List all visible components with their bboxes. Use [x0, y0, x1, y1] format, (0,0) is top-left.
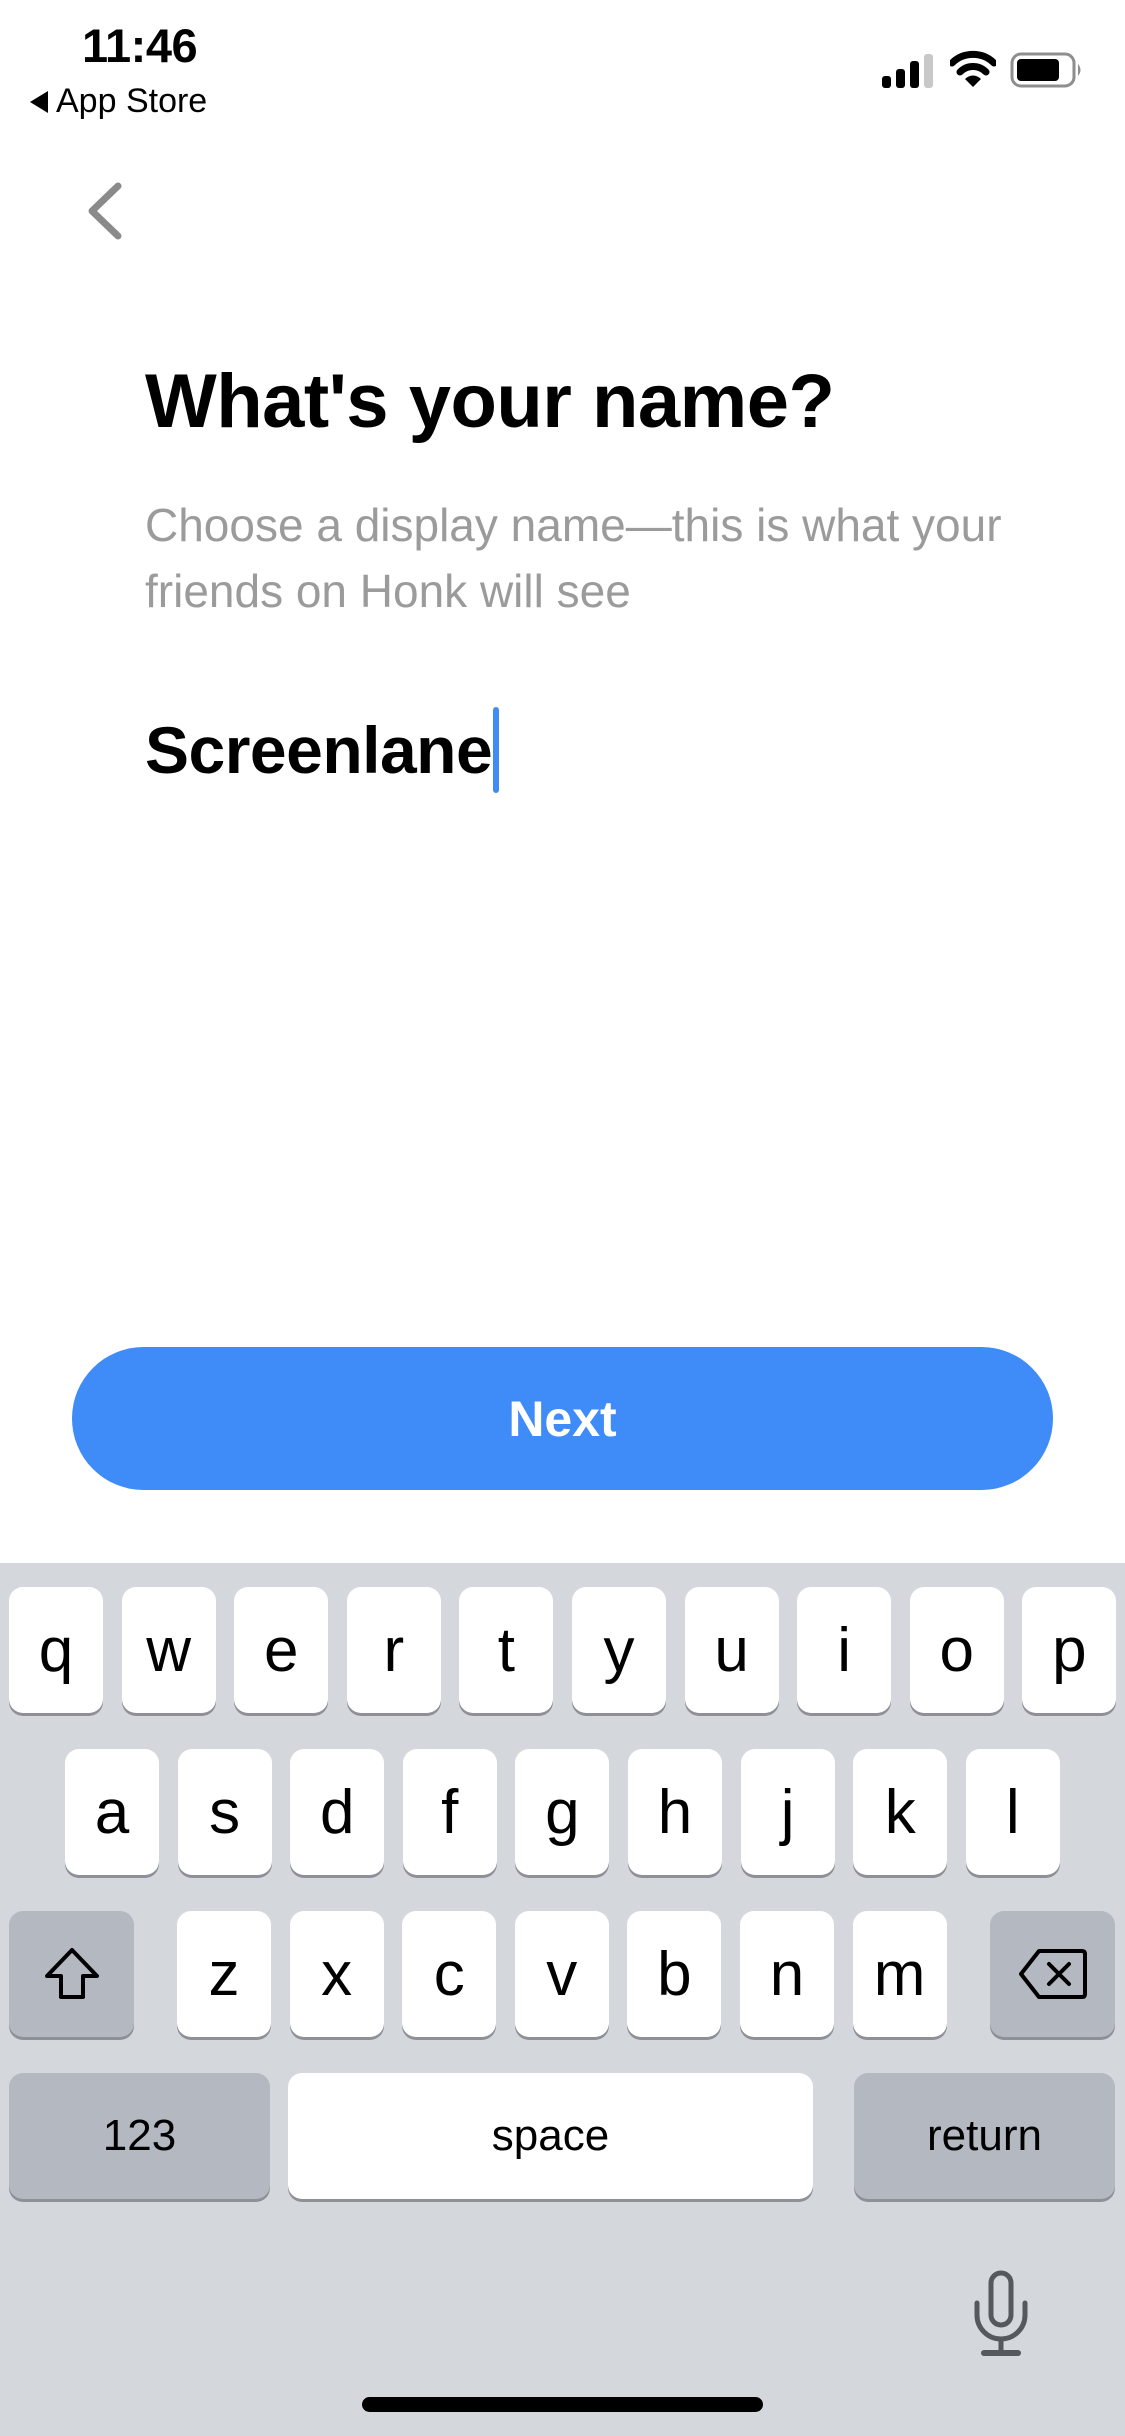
key-p-label: p	[1052, 1615, 1087, 1685]
battery-icon	[1010, 52, 1081, 88]
back-app-label: App Store	[56, 82, 208, 120]
key-b[interactable]: b	[627, 1911, 722, 2037]
key-d[interactable]: d	[290, 1749, 385, 1875]
chevron-left-icon[interactable]	[80, 180, 130, 242]
numbers-key[interactable]: 123	[9, 2073, 270, 2199]
key-s[interactable]: s	[177, 1749, 272, 1875]
space-key-label: space	[491, 2111, 610, 2160]
key-l[interactable]: l	[965, 1749, 1060, 1875]
status-time: 11:46	[82, 19, 198, 72]
key-g[interactable]: g	[515, 1749, 610, 1875]
key-l-label: l	[1005, 1777, 1020, 1847]
delete-backspace-icon	[1018, 1949, 1087, 1999]
key-p[interactable]: p	[1022, 1587, 1117, 1713]
key-k[interactable]: k	[853, 1749, 948, 1875]
key-j[interactable]: j	[740, 1749, 835, 1875]
space-key[interactable]: space	[288, 2073, 813, 2199]
page-subtitle: Choose a display name—this is what your …	[145, 499, 1002, 617]
signal-bar-3	[910, 61, 919, 88]
key-u[interactable]: u	[684, 1587, 779, 1713]
key-b-label: b	[657, 1939, 692, 2009]
key-q-label: q	[38, 1615, 74, 1685]
key-r-label: r	[383, 1615, 405, 1685]
return-key[interactable]: return	[854, 2073, 1115, 2199]
key-e[interactable]: e	[234, 1587, 329, 1713]
signal-bar-4	[924, 54, 933, 88]
home-indicator[interactable]	[362, 2397, 763, 2412]
key-h[interactable]: h	[628, 1749, 722, 1875]
key-v[interactable]: v	[514, 1911, 609, 2037]
battery-fill	[1017, 59, 1059, 81]
key-c[interactable]: c	[402, 1911, 497, 2037]
key-y[interactable]: y	[572, 1587, 666, 1713]
key-k-label: k	[884, 1777, 916, 1847]
key-t-label: t	[497, 1615, 515, 1685]
display-name-input[interactable]: Screenlane	[145, 700, 975, 800]
key-o[interactable]: o	[909, 1587, 1004, 1713]
wifi-icon	[950, 50, 996, 87]
key-i-label: i	[837, 1615, 852, 1685]
key-i[interactable]: i	[797, 1587, 892, 1713]
key-y-label: y	[603, 1615, 635, 1685]
key-o-label: o	[939, 1615, 975, 1685]
back-triangle-icon	[30, 90, 48, 113]
delete-key[interactable]	[990, 1911, 1115, 2037]
next-button[interactable]: Next	[72, 1347, 1053, 1490]
key-s-label: s	[209, 1777, 241, 1847]
key-n[interactable]: n	[740, 1911, 834, 2037]
numbers-key-label: 123	[102, 2111, 177, 2160]
return-key-label: return	[927, 2111, 1042, 2160]
key-f-label: f	[441, 1777, 459, 1847]
page-title: What's your name?	[145, 359, 835, 444]
back-to-app-store[interactable]: App Store	[30, 82, 207, 121]
shift-icon	[44, 1948, 99, 1999]
key-u-label: u	[714, 1615, 749, 1685]
key-m[interactable]: m	[852, 1911, 947, 2037]
key-m-label: m	[873, 1939, 926, 2009]
key-q[interactable]: q	[9, 1587, 103, 1713]
key-w-label: w	[146, 1615, 191, 1685]
key-w[interactable]: w	[121, 1587, 216, 1713]
microphone-icon[interactable]	[970, 2270, 1032, 2358]
key-d-label: d	[319, 1777, 355, 1847]
key-a-label: a	[94, 1777, 130, 1847]
key-z[interactable]: z	[177, 1911, 271, 2037]
key-n-label: n	[769, 1939, 805, 2009]
key-x-label: x	[321, 1939, 353, 2009]
key-v-label: v	[546, 1939, 578, 2009]
key-j-label: j	[780, 1777, 795, 1847]
shift-key[interactable]	[9, 1911, 134, 2037]
key-e-label: e	[263, 1615, 299, 1685]
text-caret	[493, 707, 500, 793]
key-c-label: c	[433, 1939, 465, 2009]
key-g-label: g	[545, 1777, 580, 1847]
key-z-label: z	[208, 1939, 240, 2009]
signal-bar-2	[896, 69, 905, 88]
key-t[interactable]: t	[459, 1587, 554, 1713]
display-name-value: Screenlane	[145, 713, 493, 787]
key-h-label: h	[657, 1777, 693, 1847]
key-a[interactable]: a	[65, 1749, 159, 1875]
key-r[interactable]: r	[346, 1587, 441, 1713]
key-x[interactable]: x	[289, 1911, 384, 2037]
cellular-signal-icon	[882, 54, 933, 88]
key-f[interactable]: f	[402, 1749, 497, 1875]
signal-bar-1	[882, 76, 891, 88]
